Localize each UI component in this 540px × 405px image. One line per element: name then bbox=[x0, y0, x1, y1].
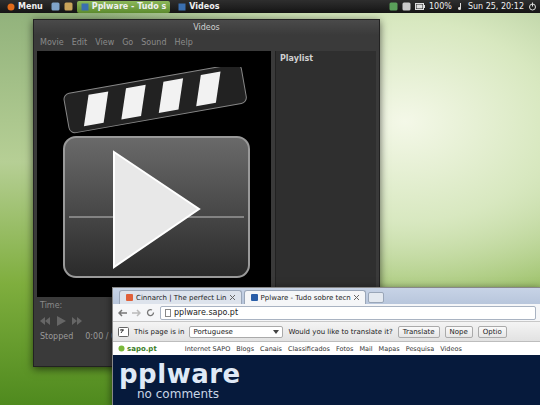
close-tab-icon[interactable] bbox=[354, 295, 359, 300]
sapo-link[interactable]: Mapas bbox=[379, 345, 400, 353]
menu-item[interactable]: Help bbox=[174, 38, 192, 47]
menu-bar: Movie Edit View Go Sound Help bbox=[34, 35, 379, 51]
play-icon[interactable] bbox=[56, 316, 66, 326]
sapo-link[interactable]: Mail bbox=[359, 345, 372, 353]
sapo-bar: sapo.pt Internet SAPO Blogs Canais Classific… bbox=[113, 342, 540, 355]
menu-item[interactable]: View bbox=[95, 38, 114, 47]
battery-icon[interactable] bbox=[415, 3, 425, 10]
sapo-link[interactable]: Blogs bbox=[236, 345, 254, 353]
menu-icon bbox=[7, 3, 15, 11]
translate-bar: This page is inPortugueseWould you like … bbox=[113, 321, 540, 342]
battery-level: 100% bbox=[429, 0, 452, 13]
task-button[interactable]: Videos bbox=[174, 1, 223, 13]
power-icon[interactable] bbox=[528, 2, 537, 11]
task-button[interactable]: Pplware - Tudo s bbox=[77, 1, 170, 13]
clapperboard-icon bbox=[49, 67, 259, 282]
update-icon[interactable] bbox=[389, 2, 398, 11]
tab-strip: Cinnarch | The perfect LinPplware - Tudo… bbox=[113, 288, 540, 304]
next-icon[interactable] bbox=[72, 317, 82, 325]
browser-tab[interactable]: Cinnarch | The perfect Lin bbox=[119, 290, 242, 304]
sapo-link[interactable]: Classificados bbox=[288, 345, 330, 353]
browser-window: Cinnarch | The perfect LinPplware - Tudo… bbox=[112, 287, 540, 405]
window-icon bbox=[178, 3, 186, 11]
sapo-link[interactable]: Pesquisa bbox=[406, 345, 435, 353]
back-icon[interactable] bbox=[118, 309, 127, 317]
translate-bar-button[interactable]: Optio bbox=[478, 326, 507, 338]
site-tagline: no comments bbox=[119, 387, 540, 401]
browser-tab[interactable]: Pplware - Tudo sobre tecn bbox=[244, 290, 366, 304]
favicon-icon bbox=[251, 294, 258, 301]
sapo-logo[interactable]: sapo.pt bbox=[118, 345, 157, 353]
network-icon[interactable] bbox=[402, 2, 411, 11]
menu-item[interactable]: Edit bbox=[72, 38, 88, 47]
forward-icon[interactable] bbox=[132, 309, 141, 317]
toolbar: pplware.sapo.pt bbox=[113, 304, 540, 321]
translate-bar-button[interactable]: Translate bbox=[398, 326, 440, 338]
translate-bar-button[interactable]: Nope bbox=[445, 326, 473, 338]
top-panel: Menu Pplware - Tudo s Videos 100% Sun 25, 20… bbox=[0, 0, 540, 13]
sapo-link[interactable]: Canais bbox=[260, 345, 282, 353]
menu-item[interactable]: Sound bbox=[141, 38, 166, 47]
close-tab-icon[interactable] bbox=[230, 295, 235, 300]
address-bar[interactable]: pplware.sapo.pt bbox=[160, 306, 536, 320]
sapo-link[interactable]: Fotos bbox=[336, 345, 353, 353]
dropdown-icon bbox=[273, 330, 279, 334]
volume-icon[interactable] bbox=[456, 2, 464, 11]
page-icon bbox=[165, 309, 171, 317]
title-bar[interactable]: Videos bbox=[34, 20, 379, 35]
status-text: Stopped bbox=[40, 332, 73, 341]
site-logo[interactable]: pplware bbox=[119, 361, 540, 387]
clock[interactable]: Sun 25, 20:12 bbox=[468, 0, 524, 13]
menu-item[interactable]: Go bbox=[122, 38, 133, 47]
sapo-leaf-icon bbox=[118, 345, 125, 352]
menu-item[interactable]: Movie bbox=[40, 38, 64, 47]
playlist-panel: Playlist bbox=[275, 51, 376, 297]
previous-icon[interactable] bbox=[40, 317, 50, 325]
translate-icon bbox=[118, 327, 129, 337]
playlist-title: Playlist bbox=[276, 51, 376, 66]
site-banner: pplwareno comments bbox=[113, 355, 540, 405]
menu-button[interactable]: Menu bbox=[3, 1, 47, 13]
reload-icon[interactable] bbox=[146, 308, 155, 317]
desktop: Menu Pplware - Tudo s Videos 100% Sun 25, 20… bbox=[0, 0, 540, 405]
video-area[interactable] bbox=[37, 51, 271, 297]
language-select[interactable]: Portuguese bbox=[189, 326, 283, 338]
sapo-link[interactable]: Videos bbox=[440, 345, 462, 353]
favicon-icon bbox=[126, 294, 133, 301]
sapo-link[interactable]: Internet SAPO bbox=[185, 345, 231, 353]
new-tab-button[interactable] bbox=[368, 292, 384, 303]
window-icon bbox=[81, 3, 89, 11]
folder-launcher-icon[interactable] bbox=[64, 2, 73, 11]
files-launcher-icon[interactable] bbox=[51, 2, 60, 11]
